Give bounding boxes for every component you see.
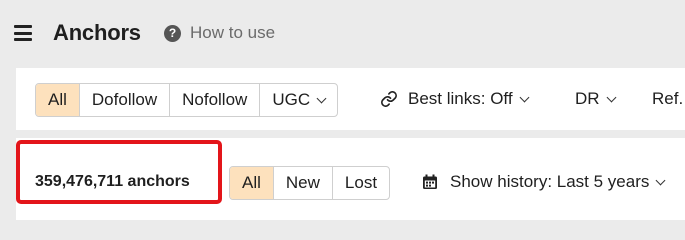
- best-links-label: Best links: Off: [408, 89, 513, 108]
- results-bar: 359,476,711 anchors All New Lost Show hi…: [16, 138, 685, 220]
- filter-nofollow-button[interactable]: Nofollow: [169, 84, 259, 116]
- status-lost-label: Lost: [344, 173, 378, 192]
- ref-dropdown[interactable]: Ref.: [652, 83, 683, 115]
- dr-dropdown[interactable]: DR: [575, 83, 617, 115]
- filter-ugc-label: UGC: [272, 90, 311, 109]
- chevron-down-icon: [519, 92, 530, 102]
- page-title: Anchors: [53, 20, 141, 45]
- filter-all-label: All: [48, 90, 67, 109]
- filter-all-button[interactable]: All: [36, 84, 79, 116]
- status-new-label: New: [285, 173, 320, 192]
- status-all-label: All: [242, 173, 261, 192]
- filter-dofollow-label: Dofollow: [91, 90, 158, 109]
- how-to-use-label: How to use: [190, 23, 276, 42]
- hamburger-menu-icon[interactable]: [14, 25, 32, 41]
- filter-ugc-dropdown[interactable]: UGC: [259, 84, 337, 116]
- anchors-count: 359,476,711 anchors: [35, 173, 190, 190]
- status-filter: All New Lost: [229, 166, 391, 200]
- dr-label: DR: [575, 89, 600, 108]
- status-all-button[interactable]: All: [230, 167, 273, 199]
- chevron-down-icon: [655, 175, 666, 185]
- ref-label: Ref.: [652, 89, 684, 108]
- link-icon: [381, 91, 397, 107]
- filter-dofollow-button[interactable]: Dofollow: [78, 84, 169, 116]
- filters-bar: All Dofollow Nofollow UGC Best links: Of…: [16, 68, 685, 130]
- how-to-use-link[interactable]: ? How to use: [164, 22, 275, 44]
- best-links-dropdown[interactable]: Best links: Off: [380, 83, 530, 115]
- show-history-dropdown[interactable]: Show history: Last 5 years: [422, 166, 666, 198]
- question-circle-icon: ?: [164, 24, 181, 42]
- link-type-filter: All Dofollow Nofollow UGC: [35, 83, 339, 117]
- show-history-label: Show history: Last 5 years: [450, 172, 650, 191]
- chevron-down-icon: [606, 92, 617, 102]
- status-new-button[interactable]: New: [272, 167, 332, 199]
- chevron-down-icon: [316, 93, 327, 103]
- count-highlight-box: [16, 140, 222, 204]
- calendar-icon: [423, 174, 437, 189]
- status-lost-button[interactable]: Lost: [331, 167, 389, 199]
- filter-nofollow-label: Nofollow: [182, 90, 248, 109]
- page-header: Anchors ? How to use: [0, 0, 685, 68]
